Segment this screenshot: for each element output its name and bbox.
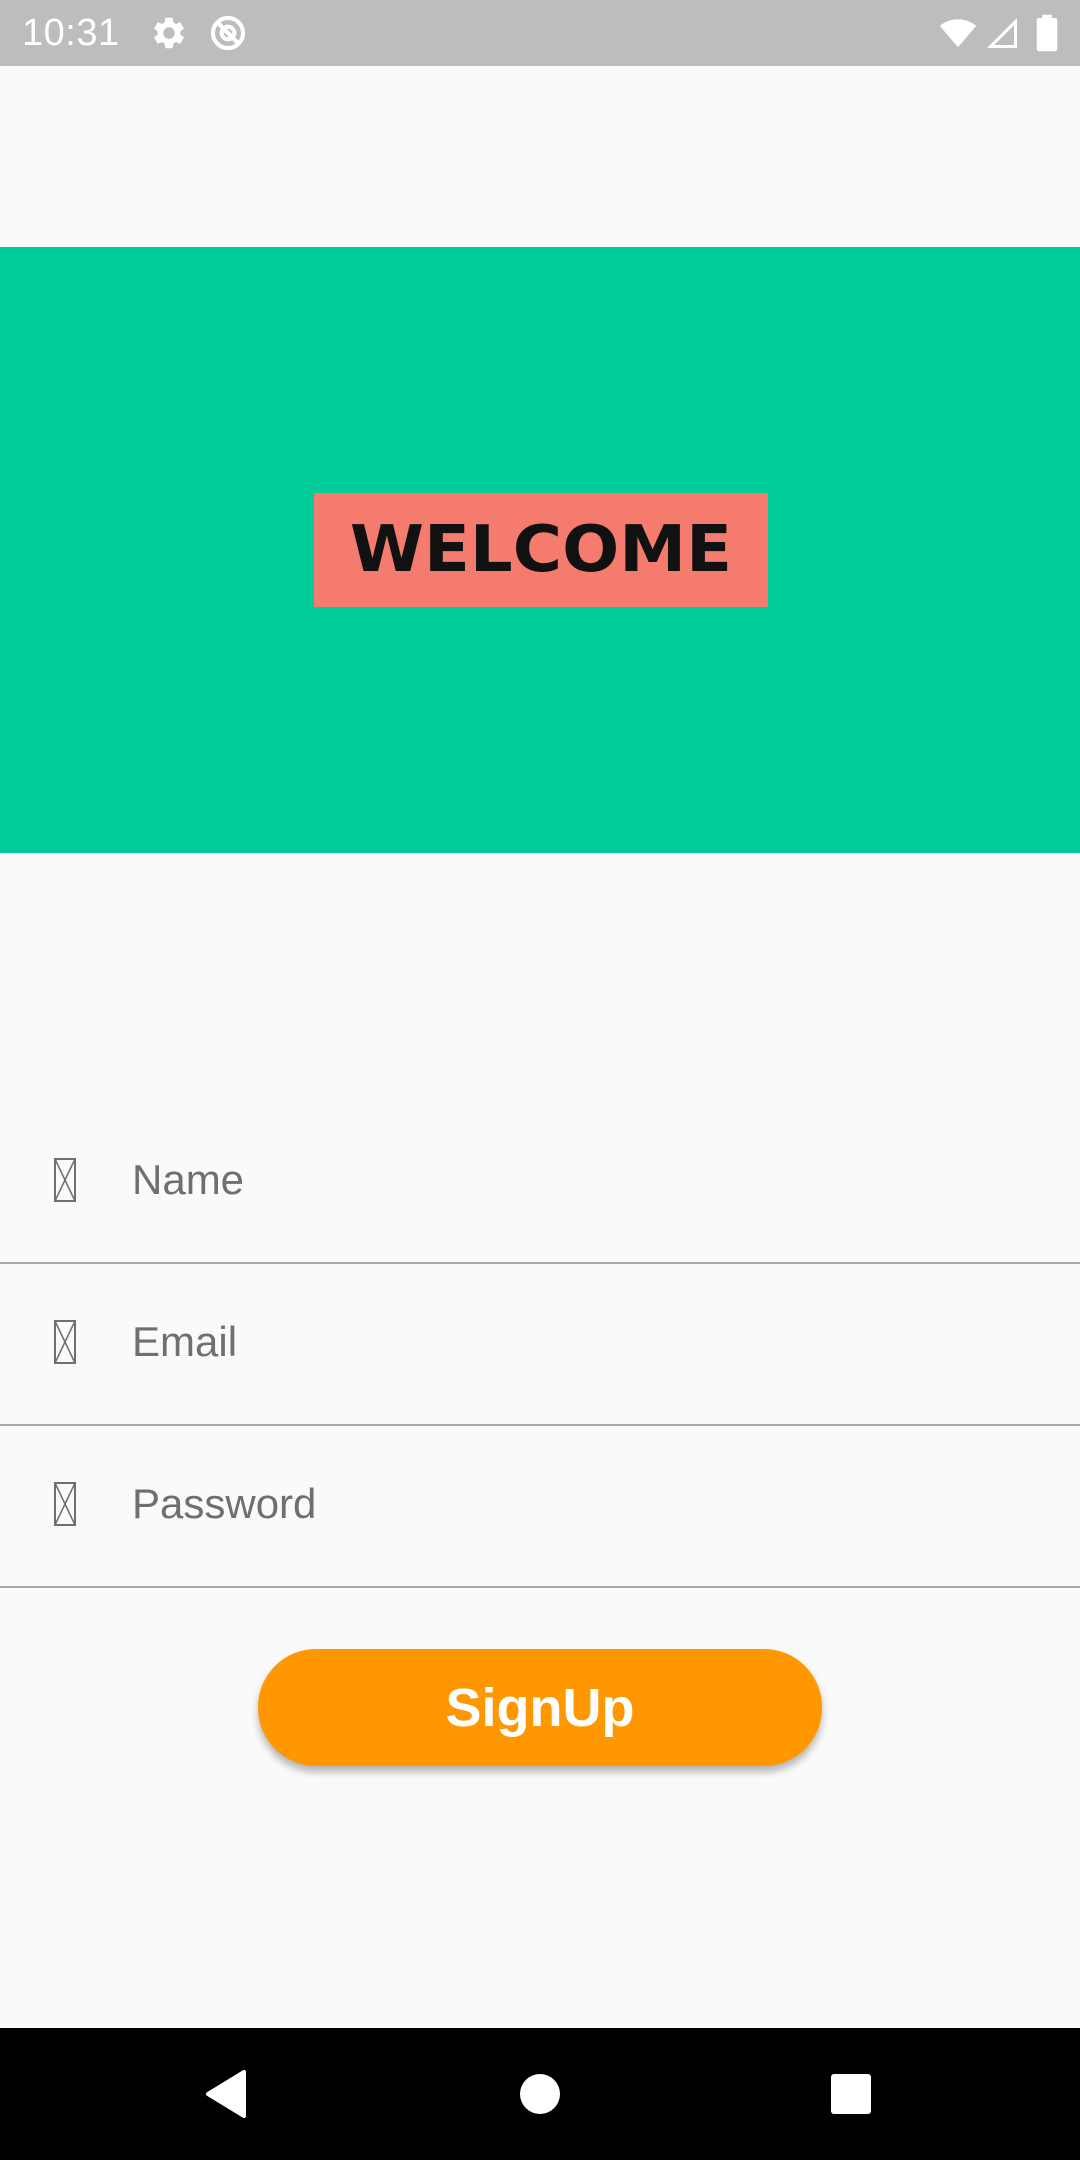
signup-button[interactable]: SignUp xyxy=(258,1649,822,1766)
battery-icon xyxy=(1036,14,1058,52)
welcome-label: WELCOME xyxy=(314,493,768,607)
back-icon xyxy=(206,2070,246,2118)
navigation-bar xyxy=(0,2028,1080,2160)
signal-icon xyxy=(987,18,1017,48)
missing-glyph-icon xyxy=(54,1320,76,1364)
back-button[interactable] xyxy=(146,2028,306,2160)
wifi-icon xyxy=(939,19,977,48)
name-field-row xyxy=(0,1100,1080,1264)
status-bar: 10:31 xyxy=(0,0,1080,66)
welcome-text: WELCOME xyxy=(349,513,733,587)
password-input[interactable] xyxy=(132,1468,1032,1540)
home-button[interactable] xyxy=(460,2028,620,2160)
no-data-icon xyxy=(210,15,246,51)
email-input[interactable] xyxy=(132,1306,1032,1378)
name-input[interactable] xyxy=(132,1144,1032,1216)
missing-glyph-icon xyxy=(54,1158,76,1202)
email-field-row xyxy=(0,1262,1080,1426)
welcome-banner: WELCOME xyxy=(0,247,1080,853)
password-field-row xyxy=(0,1424,1080,1588)
settings-icon xyxy=(154,17,184,49)
recents-button[interactable] xyxy=(771,2028,931,2160)
recents-icon xyxy=(831,2074,871,2114)
missing-glyph-icon xyxy=(54,1482,76,1526)
status-time: 10:31 xyxy=(22,12,120,54)
home-icon xyxy=(520,2074,560,2114)
